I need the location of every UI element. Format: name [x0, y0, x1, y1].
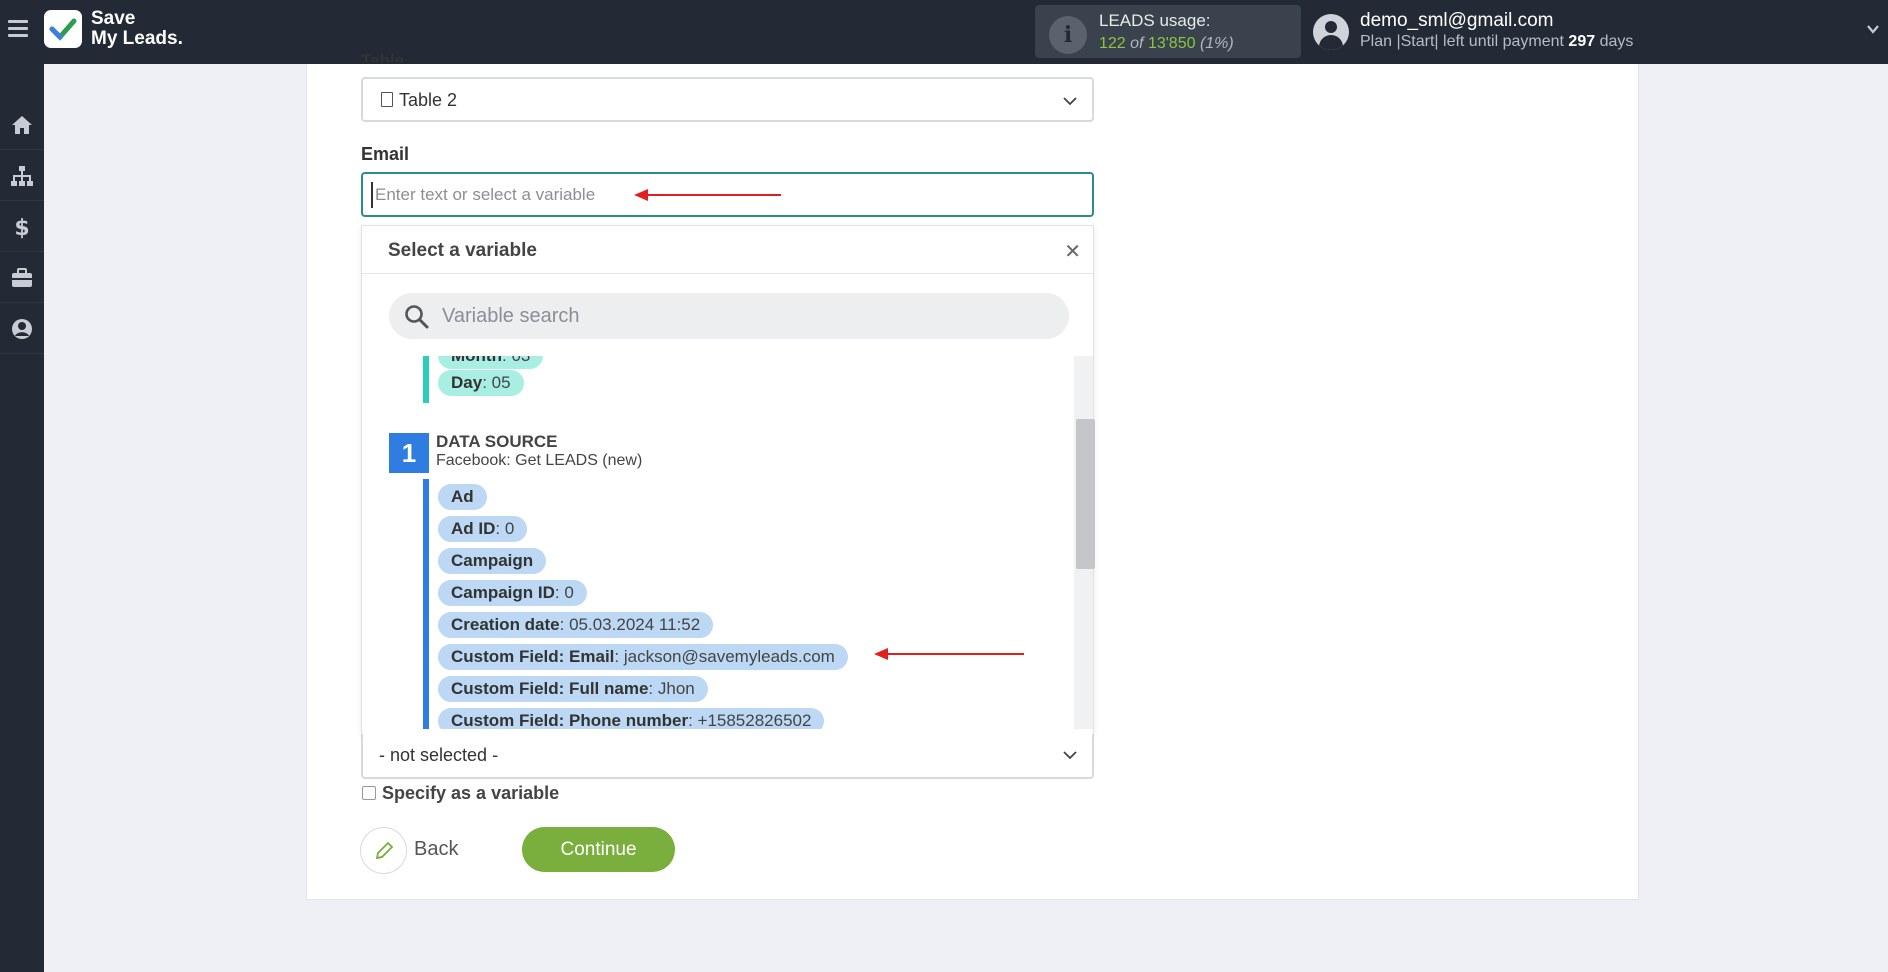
- variable-value: +15852826502: [697, 711, 812, 729]
- table-select-value: Table 2: [399, 90, 458, 110]
- dollar-icon: $: [14, 216, 29, 239]
- variable-tag[interactable]: Custom Field: Full name: Jhon: [438, 676, 708, 702]
- chevron-down-icon: [1063, 751, 1077, 760]
- variable-key: Custom Field: Email: [451, 647, 615, 666]
- briefcase-icon: [12, 267, 32, 287]
- plan-prefix: Plan |Start| left until payment: [1360, 33, 1564, 50]
- leads-usage-widget: i LEADS usage: 122 of 13'850 (1%): [1035, 5, 1301, 58]
- top-bar: Save My Leads. i LEADS usage: 122 of 13'…: [0, 0, 1888, 64]
- variable-value: 0: [504, 519, 515, 538]
- continue-button[interactable]: Continue: [522, 827, 675, 872]
- sidebar-item-account[interactable]: [0, 304, 44, 354]
- pencil-icon: [375, 841, 393, 859]
- variable-key: Custom Field: Full name: [451, 679, 649, 698]
- source-group-bar: [423, 479, 429, 729]
- brand-line-1: Save: [91, 8, 136, 29]
- source-subtitle: Facebook: Get LEADS (new): [436, 452, 643, 469]
- variable-list: Month: 03 Day: 05 1 DATA SOURCE Facebook…: [362, 356, 1078, 729]
- variable-tag[interactable]: Creation date: 05.03.2024 11:52: [438, 612, 714, 638]
- variable-key: Ad ID: [451, 519, 496, 538]
- sidebar-item-billing[interactable]: $: [0, 202, 44, 252]
- field-select[interactable]: - not selected -: [361, 734, 1094, 779]
- chevron-down-icon: [1063, 97, 1077, 106]
- variable-tag[interactable]: Campaign ID: 0: [438, 580, 587, 606]
- specify-variable-checkbox[interactable]: [362, 786, 376, 800]
- home-icon: [12, 115, 32, 134]
- table-field-label: Table: [361, 51, 405, 62]
- usage-of: of: [1130, 35, 1144, 52]
- variable-key: Day: [451, 373, 483, 392]
- sidebar-item-connections[interactable]: [0, 151, 44, 201]
- usage-used: 122: [1099, 35, 1126, 52]
- back-label[interactable]: Back: [414, 838, 458, 861]
- variable-tag-email[interactable]: Custom Field: Email: jackson@savemyleads…: [438, 644, 848, 670]
- variable-select-panel: Select a variable ✕ Month: 03 Day: 05 1 …: [361, 225, 1095, 735]
- variable-value: 05.03.2024 11:52: [569, 615, 701, 634]
- plan-days: 297: [1568, 33, 1596, 50]
- hamburger-menu-icon[interactable]: [8, 20, 28, 40]
- panel-header: Select a variable ✕: [362, 226, 1093, 274]
- variable-key: Custom Field: Phone number: [451, 711, 689, 729]
- svg-text:$: $: [14, 216, 29, 239]
- variable-search[interactable]: [389, 293, 1069, 339]
- variable-key: Campaign: [451, 551, 534, 570]
- variable-tag[interactable]: Ad ID: 0: [438, 516, 528, 542]
- variable-tag[interactable]: Ad: [438, 484, 487, 510]
- specify-variable-label[interactable]: Specify as a variable: [382, 783, 559, 804]
- scrollbar-thumb[interactable]: [1076, 419, 1095, 569]
- info-icon: i: [1049, 16, 1087, 54]
- brand-name[interactable]: Save My Leads.: [91, 9, 183, 49]
- brand-line-2: My Leads.: [91, 28, 183, 49]
- search-icon: [405, 305, 429, 329]
- user-avatar-icon[interactable]: [1313, 14, 1349, 50]
- sitemap-icon: [11, 165, 33, 186]
- variable-key: Campaign ID: [451, 583, 555, 602]
- sidebar: $: [0, 64, 44, 972]
- chevron-down-icon[interactable]: [1866, 22, 1880, 36]
- variable-key: Month: [451, 356, 502, 365]
- usage-total: 13'850: [1147, 35, 1196, 52]
- user-plan-info: Plan |Start| left until payment 297 days: [1360, 33, 1633, 51]
- panel-title: Select a variable: [388, 240, 537, 261]
- document-icon: [381, 92, 393, 107]
- user-email[interactable]: demo_sml@gmail.com: [1360, 10, 1554, 32]
- source-number-badge: 1: [389, 433, 429, 473]
- variable-tag[interactable]: Campaign: [438, 548, 547, 574]
- variable-key: Ad: [451, 487, 474, 506]
- date-group-bar: [423, 356, 429, 403]
- account-icon: [12, 318, 32, 339]
- variable-key: Creation date: [451, 615, 560, 634]
- variable-tag[interactable]: Day: 05: [438, 370, 524, 396]
- back-button[interactable]: [360, 827, 407, 874]
- email-field-label: Email: [361, 144, 410, 164]
- field-select-value: - not selected -: [379, 745, 499, 765]
- panel-scrollbar[interactable]: [1074, 356, 1095, 729]
- annotation-arrow: [634, 189, 781, 201]
- close-icon[interactable]: ✕: [1064, 239, 1081, 264]
- sidebar-item-home[interactable]: [0, 100, 44, 150]
- usage-value: 122 of 13'850 (1%): [1099, 35, 1234, 53]
- variable-value: 03: [511, 356, 530, 365]
- usage-label: LEADS usage:: [1099, 11, 1211, 30]
- variable-value: 05: [491, 373, 511, 392]
- source-title: DATA SOURCE: [436, 432, 558, 451]
- plan-suffix: days: [1599, 33, 1634, 50]
- variable-search-input[interactable]: [442, 301, 1042, 331]
- variable-value: 0: [564, 583, 574, 602]
- variable-tag[interactable]: Custom Field: Phone number: +15852826502: [438, 708, 825, 729]
- variable-tag[interactable]: Month: 03: [438, 356, 544, 369]
- annotation-arrow: [874, 648, 1024, 660]
- sidebar-item-tools[interactable]: [0, 253, 44, 303]
- variable-value: jackson@savemyleads.com: [623, 647, 835, 666]
- usage-percent: (1%): [1199, 35, 1234, 52]
- savemyleads-logo[interactable]: [44, 10, 82, 48]
- variable-value: Jhon: [657, 679, 695, 698]
- table-select[interactable]: Table 2: [361, 77, 1094, 122]
